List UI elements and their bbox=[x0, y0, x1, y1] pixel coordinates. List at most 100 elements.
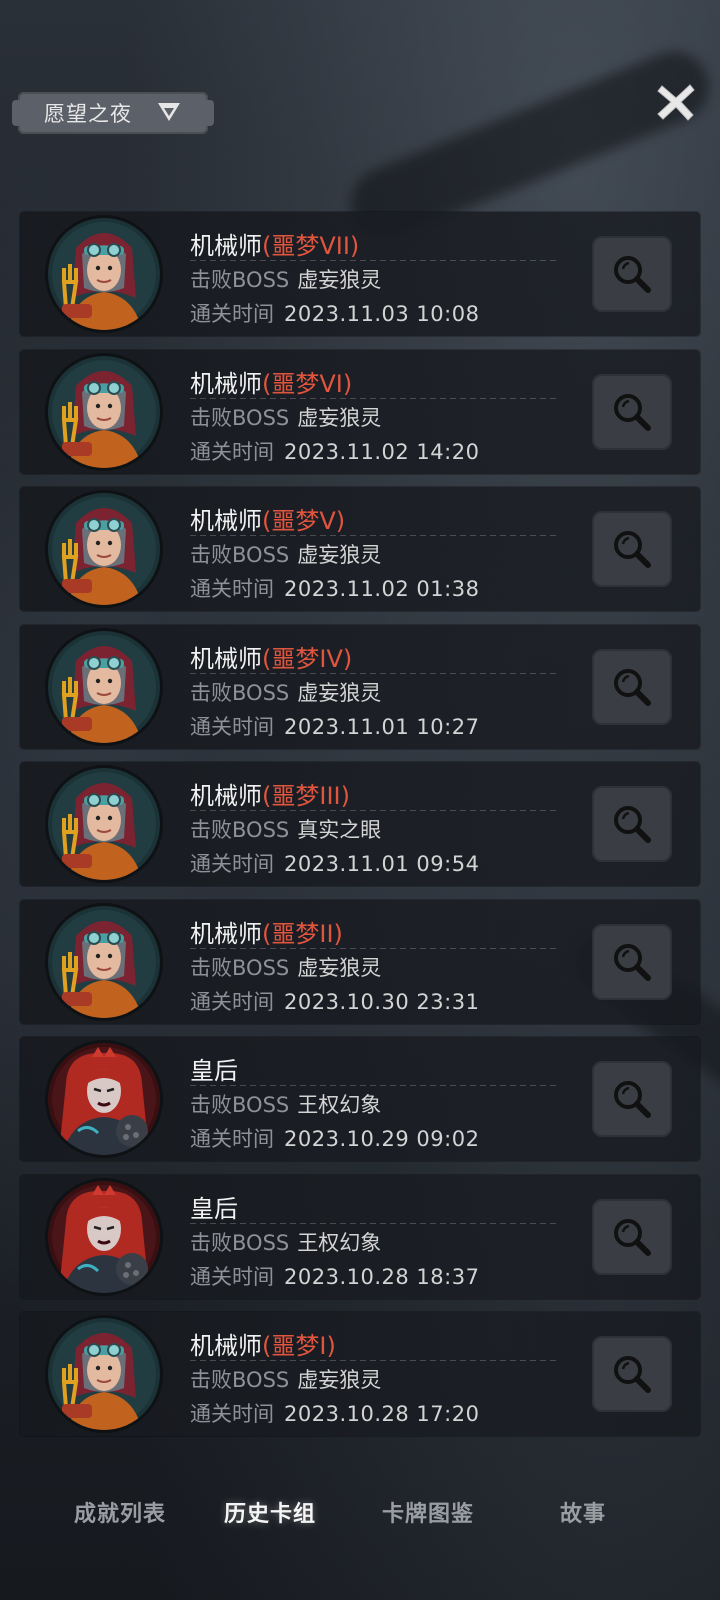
character-name: 机械师 bbox=[190, 507, 262, 535]
character-avatar bbox=[48, 355, 160, 468]
history-record-card: 机械师(噩梦III) 击败BOSS 真实之眼 通关时间 2023.11.01 09:… bbox=[20, 762, 700, 886]
divider bbox=[190, 1222, 560, 1224]
divider bbox=[190, 397, 560, 399]
bottom-tab-bar: 成就列表 历史卡组 卡牌图鉴 故事 bbox=[0, 1496, 720, 1546]
view-deck-button[interactable] bbox=[592, 648, 672, 725]
view-deck-button[interactable] bbox=[592, 1198, 672, 1275]
divider bbox=[190, 1360, 560, 1361]
divider bbox=[190, 947, 560, 949]
mode-selector-label: 愿望之夜 bbox=[44, 102, 132, 126]
tab-1[interactable]: 历史卡组 bbox=[205, 1496, 335, 1528]
boss-label: 击败BOSS bbox=[190, 1230, 290, 1255]
record-title: 机械师(噩梦V) bbox=[190, 501, 345, 536]
difficulty-label: (噩梦V) bbox=[262, 507, 346, 535]
boss-row: 击败BOSS 虚妄狼灵 bbox=[190, 1364, 381, 1394]
view-deck-button[interactable] bbox=[592, 373, 672, 450]
clear-time-value: 2023.11.03 10:08 bbox=[284, 302, 480, 326]
clear-time-value: 2023.10.28 18:37 bbox=[284, 1264, 480, 1289]
record-title: 皇后 bbox=[190, 1051, 238, 1086]
character-name: 皇后 bbox=[190, 1057, 238, 1085]
record-title: 机械师(噩梦I) bbox=[190, 1326, 336, 1361]
history-record-card: 机械师(噩梦II) 击败BOSS 虚妄狼灵 通关时间 2023.10.30 23:3… bbox=[20, 899, 700, 1024]
tab-3[interactable]: 故事 bbox=[518, 1496, 648, 1528]
view-deck-button[interactable] bbox=[592, 1061, 672, 1137]
character-avatar bbox=[48, 768, 160, 880]
view-deck-button[interactable] bbox=[592, 236, 672, 312]
clear-time-value: 2023.11.02 14:20 bbox=[284, 439, 480, 464]
character-name: 机械师 bbox=[190, 232, 262, 260]
view-deck-button[interactable] bbox=[592, 923, 672, 1000]
close-icon[interactable] bbox=[654, 80, 698, 124]
tab-0[interactable]: 成就列表 bbox=[55, 1496, 185, 1528]
character-name: 皇后 bbox=[190, 1194, 238, 1223]
clear-time-value: 2023.10.30 23:31 bbox=[284, 989, 480, 1014]
clear-time-label: 通关时间 bbox=[190, 577, 274, 601]
boss-name: 王权幻象 bbox=[297, 1230, 382, 1255]
record-title: 机械师(噩梦VI) bbox=[190, 364, 352, 399]
divider bbox=[190, 1085, 560, 1086]
view-deck-button[interactable] bbox=[592, 1336, 672, 1412]
history-record-card: 机械师(噩梦VI) 击败BOSS 虚妄狼灵 通关时间 2023.11.02 14:2… bbox=[20, 349, 700, 474]
clear-time-value: 2023.10.29 09:02 bbox=[284, 1127, 480, 1151]
boss-row: 击败BOSS 虚妄狼灵 bbox=[190, 264, 381, 294]
boss-label: 击败BOSS bbox=[190, 680, 290, 705]
clear-time-label: 通关时间 bbox=[190, 1264, 274, 1289]
clear-time-row: 通关时间 2023.11.03 10:08 bbox=[190, 298, 479, 328]
boss-name: 王权幻象 bbox=[297, 1093, 382, 1117]
clear-time-value: 2023.11.01 09:54 bbox=[284, 852, 480, 876]
view-deck-button[interactable] bbox=[592, 786, 672, 862]
clear-time-label: 通关时间 bbox=[190, 302, 274, 326]
history-record-card: 机械师(噩梦I) 击败BOSS 虚妄狼灵 通关时间 2023.10.28 17:20 bbox=[20, 1312, 700, 1436]
character-avatar bbox=[48, 493, 160, 605]
character-avatar bbox=[48, 1180, 160, 1293]
tab-2[interactable]: 卡牌图鉴 bbox=[363, 1496, 493, 1528]
boss-label: 击败BOSS bbox=[190, 543, 290, 567]
boss-name: 虚妄狼灵 bbox=[297, 1368, 382, 1392]
clear-time-value: 2023.11.02 01:38 bbox=[284, 577, 480, 601]
clear-time-value: 2023.10.28 17:20 bbox=[284, 1402, 480, 1426]
clear-time-label: 通关时间 bbox=[190, 852, 274, 876]
character-avatar bbox=[48, 1318, 160, 1430]
view-deck-button[interactable] bbox=[592, 511, 672, 587]
clear-time-row: 通关时间 2023.11.02 01:38 bbox=[190, 573, 479, 603]
boss-label: 击败BOSS bbox=[190, 405, 290, 430]
record-title: 机械师(噩梦VII) bbox=[190, 226, 359, 261]
boss-label: 击败BOSS bbox=[190, 268, 290, 292]
clear-time-row: 通关时间 2023.10.30 23:31 bbox=[190, 986, 479, 1016]
divider bbox=[190, 810, 560, 811]
boss-name: 虚妄狼灵 bbox=[297, 955, 382, 980]
clear-time-label: 通关时间 bbox=[190, 439, 274, 464]
record-title: 机械师(噩梦II) bbox=[190, 914, 343, 949]
character-avatar bbox=[48, 218, 160, 330]
character-avatar bbox=[48, 905, 160, 1018]
boss-row: 击败BOSS 王权幻象 bbox=[190, 1227, 381, 1257]
clear-time-row: 通关时间 2023.10.29 09:02 bbox=[190, 1123, 479, 1153]
clear-time-label: 通关时间 bbox=[190, 1127, 274, 1151]
clear-time-value: 2023.11.01 10:27 bbox=[284, 714, 480, 739]
clear-time-row: 通关时间 2023.10.28 18:37 bbox=[190, 1261, 479, 1291]
difficulty-label: (噩梦VI) bbox=[262, 369, 353, 398]
record-title: 机械师(噩梦III) bbox=[190, 776, 350, 811]
character-name: 机械师 bbox=[190, 644, 262, 673]
mode-selector[interactable]: 愿望之夜 bbox=[12, 92, 214, 134]
boss-label: 击败BOSS bbox=[190, 955, 290, 980]
boss-name: 虚妄狼灵 bbox=[297, 268, 382, 292]
clear-time-label: 通关时间 bbox=[190, 714, 274, 739]
character-avatar bbox=[48, 630, 160, 743]
clear-time-row: 通关时间 2023.11.01 10:27 bbox=[190, 711, 479, 741]
boss-row: 击败BOSS 真实之眼 bbox=[190, 814, 381, 844]
boss-label: 击败BOSS bbox=[190, 1093, 290, 1117]
history-record-card: 皇后 击败BOSS 王权幻象 通关时间 2023.10.29 09:02 bbox=[20, 1037, 700, 1161]
clear-time-row: 通关时间 2023.11.02 14:20 bbox=[190, 436, 479, 466]
history-record-card: 皇后 击败BOSS 王权幻象 通关时间 2023.10.28 18:37 bbox=[20, 1174, 700, 1299]
difficulty-label: (噩梦III) bbox=[262, 782, 350, 810]
history-record-card: 机械师(噩梦VII) 击败BOSS 虚妄狼灵 通关时间 2023.11.03 10:… bbox=[20, 212, 700, 336]
difficulty-label: (噩梦VII) bbox=[262, 232, 360, 260]
boss-name: 虚妄狼灵 bbox=[297, 543, 382, 567]
character-name: 机械师 bbox=[190, 1332, 262, 1360]
boss-row: 击败BOSS 虚妄狼灵 bbox=[190, 402, 381, 432]
boss-row: 击败BOSS 王权幻象 bbox=[190, 1089, 381, 1119]
boss-row: 击败BOSS 虚妄狼灵 bbox=[190, 952, 381, 982]
clear-time-label: 通关时间 bbox=[190, 989, 274, 1014]
character-name: 机械师 bbox=[190, 919, 262, 948]
